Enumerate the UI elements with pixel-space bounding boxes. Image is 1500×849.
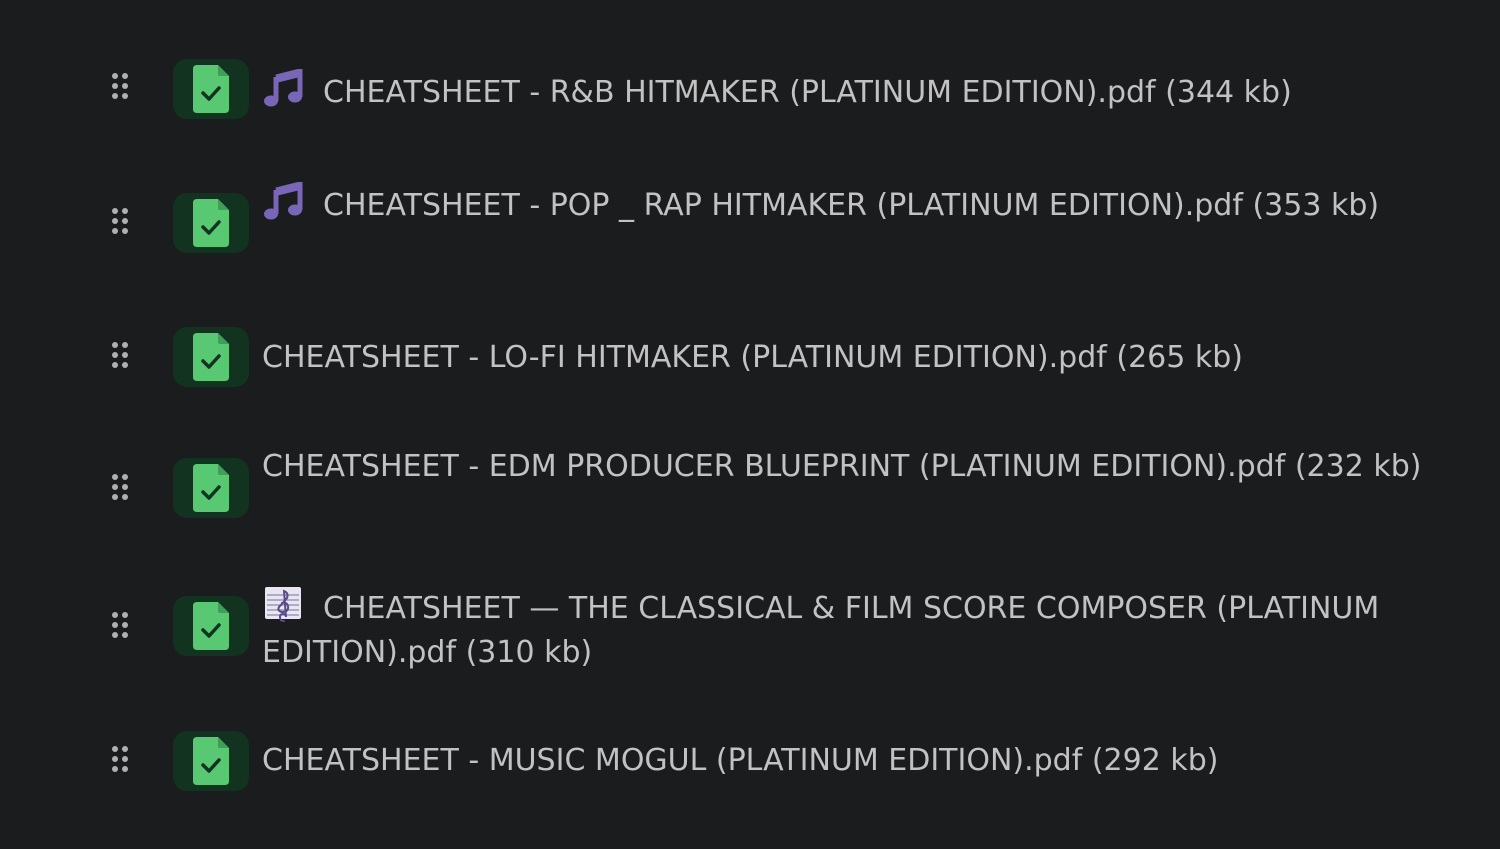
file-row[interactable]: CHEATSHEET - LO-FI HITMAKER (PLATINUM ED… [0,325,1500,389]
file-check-badge [173,731,249,791]
file-name: CHEATSHEET - EDM PRODUCER BLUEPRINT (PLA… [262,449,1286,484]
file-link[interactable]: CHEATSHEET - POP _ RAP HITMAKER (PLATINU… [262,182,1452,228]
file-size: (292 kb) [1091,743,1219,778]
file-link[interactable]: CHEATSHEET - EDM PRODUCER BLUEPRINT (PLA… [262,445,1452,489]
file-link[interactable]: CHEATSHEET - MUSIC MOGUL (PLATINUM EDITI… [262,739,1452,783]
file-size: (265 kb) [1116,340,1243,375]
drag-handle-icon[interactable] [110,72,130,100]
file-link[interactable]: CHEATSHEET - R&B HITMAKER (PLATINUM EDIT… [262,69,1452,115]
file-check-icon [193,602,229,650]
file-row[interactable]: CHEATSHEET - MUSIC MOGUL (PLATINUM EDITI… [0,728,1500,792]
file-check-icon [193,333,229,381]
music-note-icon [262,182,306,220]
file-row[interactable]: CHEATSHEET - EDM PRODUCER BLUEPRINT (PLA… [0,445,1500,537]
file-check-badge [173,596,249,656]
file-name: CHEATSHEET - MUSIC MOGUL (PLATINUM EDITI… [262,743,1083,778]
drag-handle-icon[interactable] [110,207,130,235]
file-check-icon [193,464,229,512]
file-check-badge [173,458,249,518]
file-size: (353 kb) [1252,188,1380,223]
file-check-badge [173,193,249,253]
file-list: CHEATSHEET - R&B HITMAKER (PLATINUM EDIT… [0,0,1500,849]
file-link[interactable]: CHEATSHEET - LO-FI HITMAKER (PLATINUM ED… [262,336,1452,380]
drag-handle-icon[interactable] [110,745,130,773]
file-name: CHEATSHEET - POP _ RAP HITMAKER (PLATINU… [323,188,1243,223]
drag-handle-icon[interactable] [110,341,130,369]
file-check-icon [193,65,229,113]
file-name: CHEATSHEET — THE CLASSICAL & FILM SCORE … [262,591,1380,670]
file-check-badge [173,59,249,119]
file-size: (344 kb) [1165,75,1292,110]
file-check-icon [193,737,229,785]
drag-handle-icon[interactable] [110,473,130,501]
file-link[interactable]: CHEATSHEET — THE CLASSICAL & FILM SCORE … [262,585,1452,675]
file-row[interactable]: CHEATSHEET - POP _ RAP HITMAKER (PLATINU… [0,180,1500,280]
file-row[interactable]: CHEATSHEET - R&B HITMAKER (PLATINUM EDIT… [0,58,1500,122]
file-check-badge [173,327,249,387]
file-name: CHEATSHEET - R&B HITMAKER (PLATINUM EDIT… [323,75,1156,110]
file-row[interactable]: CHEATSHEET — THE CLASSICAL & FILM SCORE … [0,585,1500,677]
music-note-icon [262,69,306,107]
file-size: (232 kb) [1294,449,1422,484]
drag-handle-icon[interactable] [110,611,130,639]
file-name: CHEATSHEET - LO-FI HITMAKER (PLATINUM ED… [262,340,1107,375]
file-check-icon [193,199,229,247]
musical-score-icon [262,585,306,623]
file-size: (310 kb) [465,635,593,670]
